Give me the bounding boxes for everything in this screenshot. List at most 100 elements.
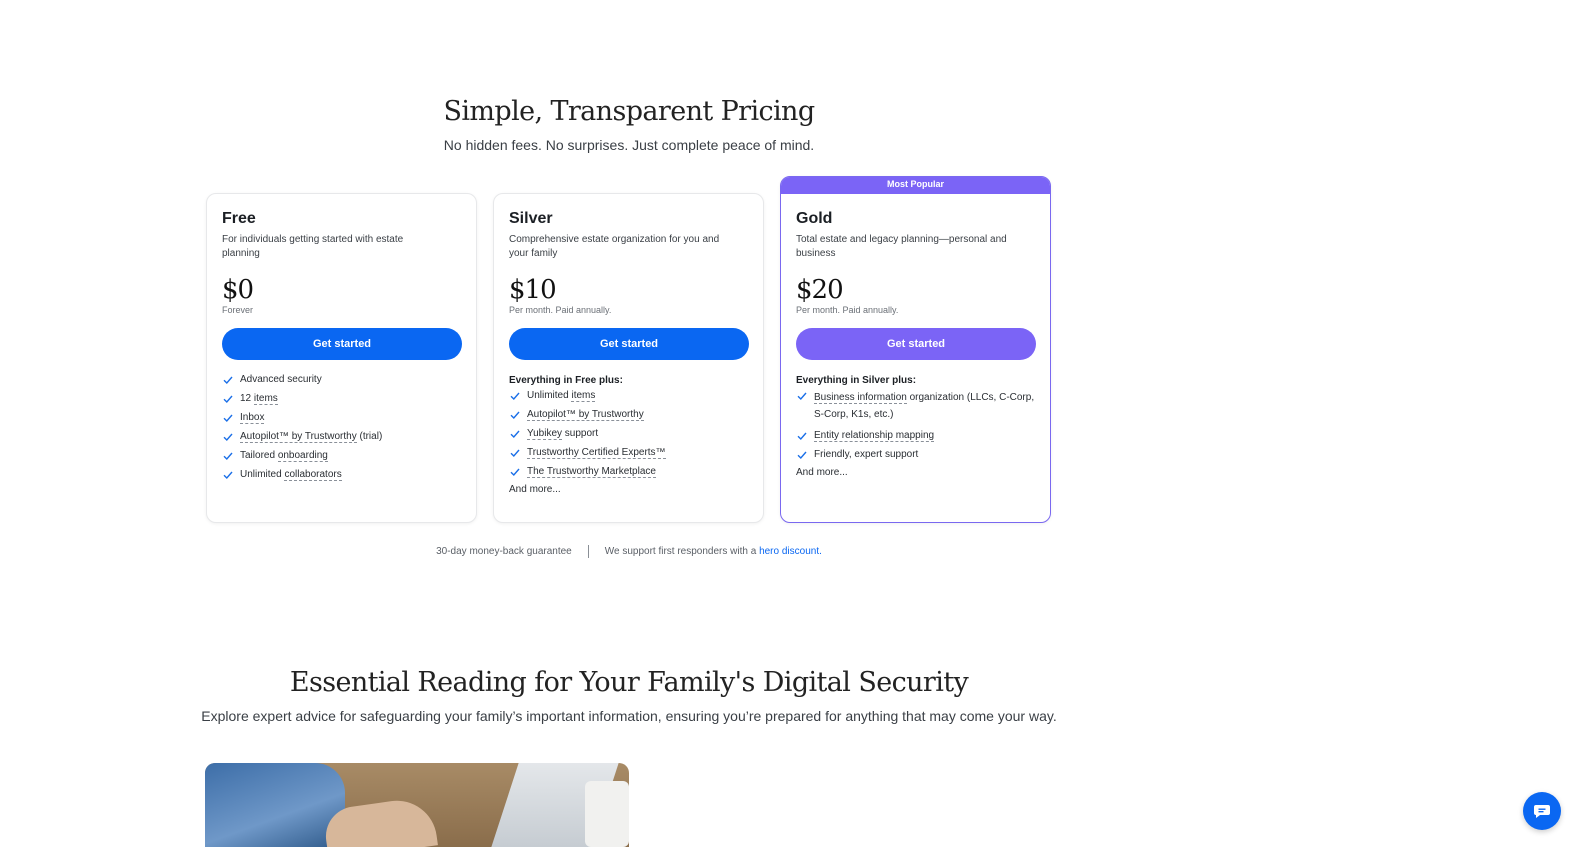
- feature-item: Advanced security: [222, 373, 461, 386]
- features-heading: Everything in Silver plus:: [796, 375, 917, 386]
- check-icon: [510, 468, 520, 477]
- plan-card-silver: Silver Comprehensive estate organization…: [493, 193, 764, 523]
- feature-tooltip-link[interactable]: items: [571, 390, 596, 402]
- article-image-cup: [585, 781, 629, 847]
- feature-item: Entity relationship mapping: [796, 429, 1035, 442]
- check-icon: [510, 411, 520, 420]
- plan-price-note: Per month. Paid annually.: [509, 305, 612, 315]
- plan-description: Comprehensive estate organization for yo…: [509, 234, 720, 259]
- feature-tooltip-link[interactable]: Inbox: [240, 412, 265, 424]
- feature-text: Unlimited collaborators: [240, 468, 342, 481]
- divider: [587, 545, 589, 558]
- hero-discount-link[interactable]: hero discount.: [759, 546, 822, 557]
- feature-label: Friendly, expert support: [814, 449, 919, 460]
- feature-text: Trustworthy Certified Experts™: [527, 446, 666, 459]
- check-icon: [223, 395, 233, 404]
- get-started-button-gold[interactable]: Get started: [796, 328, 1036, 360]
- feature-label: Advanced security: [240, 374, 322, 385]
- feature-text: Entity relationship mapping: [814, 429, 935, 442]
- feature-text: The Trustworthy Marketplace: [527, 465, 656, 478]
- feature-tooltip-link[interactable]: Autopilot™ by Trustworthy: [527, 409, 644, 421]
- feature-item: Business information organization (LLCs,…: [796, 389, 1035, 423]
- feature-tooltip-link[interactable]: Business information: [814, 392, 907, 404]
- feature-text: Friendly, expert support: [814, 448, 918, 461]
- check-icon: [223, 414, 233, 423]
- feature-list: Unlimited items Autopilot™ by Trustworthy…: [509, 389, 748, 478]
- plan-card-gold: Most Popular Gold Total estate and legac…: [780, 176, 1051, 523]
- feature-tooltip-link[interactable]: collaborators: [284, 469, 342, 481]
- chat-icon: [1534, 805, 1550, 818]
- check-icon: [510, 430, 520, 439]
- plan-price-note: Forever: [222, 305, 254, 315]
- pricing-subtitle: No hidden fees. No surprises. Just compl…: [443, 137, 815, 153]
- check-icon: [510, 392, 520, 401]
- reading-title: Essential Reading for Your Family's Digi…: [289, 667, 969, 698]
- plan-name: Free: [222, 210, 256, 227]
- feature-tooltip-link[interactable]: items: [253, 393, 278, 405]
- plan-price-note: Per month. Paid annually.: [796, 305, 899, 315]
- feature-item: Tailored onboarding: [222, 449, 461, 462]
- feature-text: Inbox: [240, 411, 265, 424]
- feature-tooltip-link[interactable]: Autopilot™ by Trustworthy: [240, 431, 357, 443]
- plan-card-free: Free For individuals getting started wit…: [206, 193, 477, 523]
- feature-tooltip-link[interactable]: Yubikey: [527, 428, 563, 440]
- feature-text: Autopilot™ by Trustworthy: [527, 408, 644, 421]
- guarantee-text: 30-day money-back guarantee: [436, 546, 572, 558]
- plan-name: Silver: [509, 210, 553, 227]
- feature-text: Autopilot™ by Trustworthy (trial): [240, 430, 382, 443]
- plan-name: Gold: [796, 210, 833, 227]
- feature-item: Yubikey support: [509, 427, 748, 440]
- feature-text: Unlimited items: [527, 389, 596, 402]
- feature-item: Autopilot™ by Trustworthy: [509, 408, 748, 421]
- plan-price: $20: [796, 275, 844, 305]
- feature-text: Tailored onboarding: [240, 449, 328, 462]
- features-heading: Everything in Free plus:: [509, 375, 623, 386]
- plan-price: $0: [222, 275, 254, 305]
- get-started-button-silver[interactable]: Get started: [509, 328, 749, 360]
- feature-text: Yubikey support: [527, 427, 598, 440]
- feature-item: Inbox: [222, 411, 461, 424]
- feature-list: Advanced security 12 items Inbox Autopilot™…: [222, 373, 461, 481]
- feature-tooltip-link[interactable]: Entity relationship mapping: [814, 430, 935, 442]
- check-icon: [223, 471, 233, 480]
- feature-suffix: (trial): [356, 431, 383, 442]
- feature-item: The Trustworthy Marketplace: [509, 465, 748, 478]
- plan-description: For individuals getting started with est…: [222, 234, 404, 259]
- feature-item: Unlimited collaborators: [222, 468, 461, 481]
- feature-label: Unlimited: [240, 469, 285, 480]
- feature-item: Trustworthy Certified Experts™: [509, 446, 748, 459]
- check-icon: [223, 376, 233, 385]
- feature-tooltip-link[interactable]: Trustworthy Certified Experts™: [527, 447, 666, 459]
- check-icon: [223, 452, 233, 461]
- check-icon: [510, 449, 520, 458]
- feature-label: 12: [240, 393, 254, 404]
- guarantee-row: 30-day money-back guarantee We support fi…: [0, 545, 1258, 558]
- feature-tooltip-link[interactable]: onboarding: [277, 450, 328, 462]
- and-more-text: And more...: [509, 484, 561, 495]
- feature-item: Friendly, expert support: [796, 448, 1035, 461]
- feature-label: Tailored: [240, 450, 278, 461]
- feature-item: 12 items: [222, 392, 461, 405]
- feature-item: Autopilot™ by Trustworthy (trial): [222, 430, 461, 443]
- feature-text: Business information organization (LLCs,…: [814, 389, 1035, 423]
- check-icon: [223, 433, 233, 442]
- feature-text: Advanced security: [240, 373, 322, 386]
- article-image-sleeve: [205, 763, 345, 847]
- most-popular-badge: Most Popular: [781, 177, 1050, 194]
- check-icon: [797, 392, 807, 401]
- feature-suffix: support: [562, 428, 599, 439]
- chat-button[interactable]: [1523, 792, 1561, 830]
- plan-description: Total estate and legacy planning—persona…: [796, 234, 1007, 259]
- reading-subtitle: Explore expert advice for safeguarding y…: [201, 708, 1057, 724]
- feature-label: Unlimited: [527, 390, 572, 401]
- plan-price: $10: [509, 275, 557, 305]
- get-started-button-free[interactable]: Get started: [222, 328, 462, 360]
- and-more-text: And more...: [796, 467, 848, 478]
- article-image[interactable]: [205, 763, 629, 847]
- check-icon: [797, 451, 807, 460]
- feature-tooltip-link[interactable]: The Trustworthy Marketplace: [527, 466, 656, 478]
- feature-text: 12 items: [240, 392, 278, 405]
- responders-text: We support first responders with a: [604, 546, 760, 558]
- feature-list: Business information organization (LLCs,…: [796, 389, 1035, 461]
- feature-item: Unlimited items: [509, 389, 748, 402]
